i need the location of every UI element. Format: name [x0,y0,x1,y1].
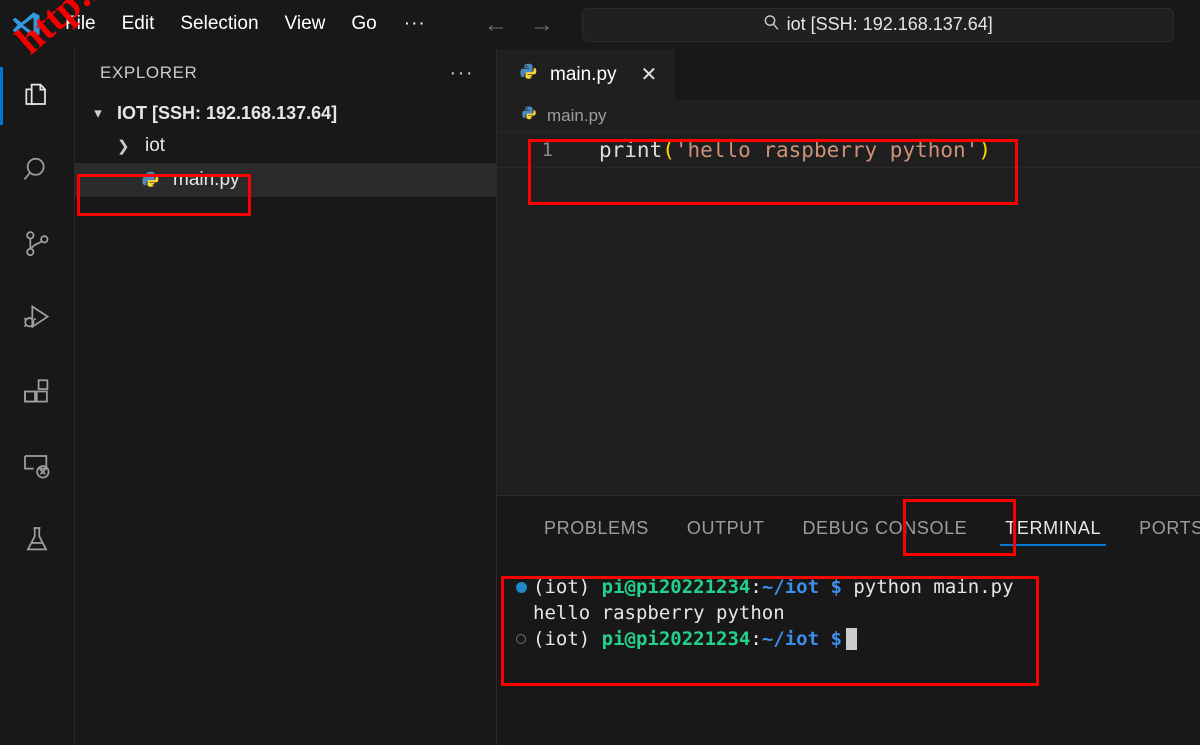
tab-debug-console[interactable]: DEBUG CONSOLE [783,496,986,560]
editor-tab-bar: main.py ✕ [497,49,1200,100]
terminal-line: hello raspberry python [509,600,1200,626]
tab-terminal[interactable]: TERMINAL [986,496,1120,560]
explorer-root-label: IOT [SSH: 192.168.137.64] [117,103,337,124]
menu-bar: File Edit Selection View Go ··· [52,9,440,40]
activity-item-extensions[interactable] [0,355,75,429]
navigation-controls: ← → [484,13,554,37]
code-token-function: print [599,138,662,162]
activity-item-remote-explorer[interactable] [0,429,75,503]
terminal-env-prefix: (iot) [533,574,602,600]
terminal-output[interactable]: (iot) pi@pi20221234:~/iot $ python main.… [497,560,1200,652]
menu-item-selection[interactable]: Selection [167,9,271,40]
activity-item-testing[interactable] [0,503,75,577]
terminal-prompt-symbol: $ [830,626,841,652]
sidebar-header: EXPLORER ··· [75,49,496,97]
code-content: print('hello raspberry python') [565,138,991,162]
command-pending-marker-icon [509,634,533,644]
menu-item-edit[interactable]: Edit [109,9,168,40]
close-icon[interactable]: ✕ [641,65,658,85]
command-center-text: iot [SSH: 192.168.137.64] [787,14,993,35]
vscode-logo-icon [0,0,52,49]
terminal-colon: : [750,574,761,600]
code-line-1: 1 print('hello raspberry python') [497,132,1200,168]
terminal-prompt-symbol: $ [830,574,841,600]
explorer-sidebar: EXPLORER ··· ▾ IOT [SSH: 192.168.137.64]… [75,49,497,745]
code-token-string: 'hello raspberry python' [675,138,978,162]
explorer-icon [21,80,53,112]
bottom-panel: PROBLEMS OUTPUT DEBUG CONSOLE TERMINAL P… [497,495,1200,745]
editor-group: main.py ✕ main.py 1 print('hello raspber… [497,49,1200,495]
line-number: 1 [497,139,565,161]
terminal-colon: : [750,626,761,652]
python-file-icon [521,105,538,127]
command-center-search[interactable]: iot [SSH: 192.168.137.64] [582,8,1174,42]
vscode-window: File Edit Selection View Go ··· ← → iot … [0,0,1200,745]
tab-bar-empty-space [675,49,1200,100]
code-token-close-paren: ) [978,138,991,162]
terminal-space [819,626,830,652]
command-success-marker-icon [509,582,533,593]
activity-item-search[interactable] [0,133,75,207]
menu-item-file[interactable]: File [52,9,109,40]
chevron-right-icon: ❯ [117,137,141,155]
menu-item-view[interactable]: View [272,9,339,40]
tree-item-iot-folder[interactable]: ❯ iot [75,129,496,163]
terminal-command: python main.py [842,574,1014,600]
tab-label: main.py [550,64,617,86]
terminal-user-host: pi@pi20221234 [602,626,751,652]
terminal-line: (iot) pi@pi20221234:~/iot $ [509,626,1200,652]
python-file-icon [141,170,169,190]
terminal-space [819,574,830,600]
sidebar-title: EXPLORER [100,63,197,83]
tab-ports[interactable]: PORTS [1120,496,1200,560]
activity-item-source-control[interactable] [0,207,75,281]
code-token-open-paren: ( [662,138,675,162]
breadcrumb-label[interactable]: main.py [547,106,607,126]
code-editor[interactable]: 1 print('hello raspberry python') [497,132,1200,495]
menu-item-go[interactable]: Go [338,9,389,40]
chevron-down-icon: ▾ [87,104,109,122]
tree-item-label: main.py [173,169,240,191]
search-icon [763,14,780,36]
tab-main-py[interactable]: main.py ✕ [497,49,675,100]
terminal-path: ~/iot [762,626,819,652]
arrow-right-icon[interactable]: → [530,13,554,37]
terminal-user-host: pi@pi20221234 [602,574,751,600]
tab-problems[interactable]: PROBLEMS [525,496,668,560]
explorer-root-folder[interactable]: ▾ IOT [SSH: 192.168.137.64] [75,97,496,129]
extensions-icon [21,376,53,408]
terminal-path: ~/iot [762,574,819,600]
arrow-left-icon[interactable]: ← [484,13,508,37]
tree-item-main-py[interactable]: main.py [75,163,496,197]
search-icon [21,154,53,186]
terminal-stdout: hello raspberry python [533,600,785,626]
title-bar: File Edit Selection View Go ··· ← → iot … [0,0,1200,49]
sidebar-more-actions-icon[interactable]: ··· [450,62,474,85]
tab-output[interactable]: OUTPUT [668,496,784,560]
tree-item-label: iot [145,135,165,157]
activity-item-explorer[interactable] [0,59,75,133]
breadcrumb: main.py [497,100,1200,132]
menu-overflow-icon[interactable]: ··· [390,9,440,39]
remote-explorer-icon [21,450,53,482]
run-debug-icon [21,302,53,334]
terminal-env-prefix: (iot) [533,626,602,652]
testing-icon [21,524,53,556]
activity-bar [0,49,75,745]
terminal-line: (iot) pi@pi20221234:~/iot $ python main.… [509,574,1200,600]
python-file-icon [519,62,539,88]
terminal-cursor [846,628,857,650]
panel-tab-bar: PROBLEMS OUTPUT DEBUG CONSOLE TERMINAL P… [497,496,1200,560]
activity-item-run-debug[interactable] [0,281,75,355]
source-control-icon [21,228,53,260]
